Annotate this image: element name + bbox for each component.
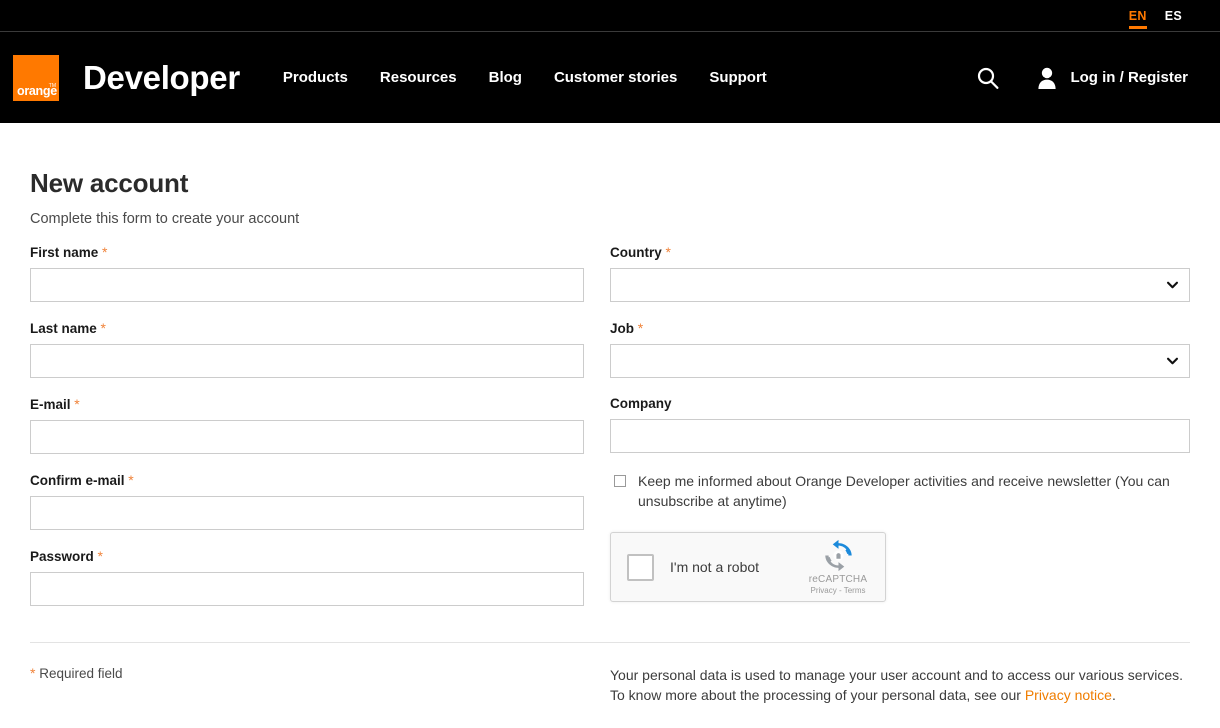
required-asterisk: * (100, 320, 106, 336)
email-input[interactable] (30, 420, 584, 454)
newsletter-option: Keep me informed about Orange Developer … (610, 471, 1190, 511)
newsletter-label: Keep me informed about Orange Developer … (638, 473, 1170, 509)
country-select[interactable] (610, 268, 1190, 302)
user-icon (1038, 67, 1057, 89)
field-last-name: Last name * (30, 320, 584, 378)
account-label: Log in / Register (1070, 69, 1188, 86)
privacy-notice-link[interactable]: Privacy notice (1025, 687, 1112, 703)
last-name-input[interactable] (30, 344, 584, 378)
privacy-text-after: . (1111, 687, 1116, 703)
header-actions: Log in / Register (976, 66, 1220, 90)
confirm-email-label: Confirm e-mail * (30, 472, 584, 488)
required-asterisk: * (128, 472, 134, 488)
field-confirm-email: Confirm e-mail * (30, 472, 584, 530)
field-first-name: First name * (30, 244, 584, 302)
last-name-label-text: Last name (30, 321, 97, 336)
required-asterisk: * (97, 548, 103, 564)
search-icon[interactable] (976, 66, 1000, 90)
nav-item-support[interactable]: Support (709, 69, 767, 86)
password-label: Password * (30, 548, 584, 564)
site-header: orange TM Developer Products Resources B… (0, 32, 1220, 123)
field-password: Password * (30, 548, 584, 606)
form-right-column: Country * Job * Company Keep me informed… (610, 244, 1190, 624)
main-navigation: Products Resources Blog Customer stories… (283, 69, 767, 86)
first-name-input[interactable] (30, 268, 584, 302)
password-label-text: Password (30, 549, 94, 564)
footer-divider (30, 642, 1190, 643)
email-label: E-mail * (30, 396, 584, 412)
language-bar: EN ES (0, 0, 1220, 32)
nav-item-products[interactable]: Products (283, 69, 348, 86)
required-asterisk: * (102, 244, 108, 260)
language-option-en[interactable]: EN (1128, 1, 1147, 32)
recaptcha-widget: I'm not a robot reCAPTCHA Privacy - Term… (610, 532, 886, 602)
required-field-note: * Required field (30, 665, 584, 705)
company-label: Company (610, 396, 672, 411)
privacy-notice-text: Your personal data is used to manage you… (610, 665, 1190, 705)
required-asterisk: * (74, 396, 80, 412)
recaptcha-logo-icon (824, 539, 852, 572)
company-input[interactable] (610, 419, 1190, 453)
recaptcha-label: I'm not a robot (670, 559, 760, 575)
form-footer: * Required field Your personal data is u… (0, 665, 1220, 705)
account-link[interactable]: Log in / Register (1036, 66, 1188, 90)
nav-item-resources[interactable]: Resources (380, 69, 457, 86)
password-input[interactable] (30, 572, 584, 606)
form-left-column: First name * Last name * E-mail * Confir… (30, 244, 584, 624)
job-select-wrap (610, 344, 1190, 378)
page-content: New account Complete this form to create… (0, 168, 1220, 624)
orange-logo[interactable]: orange TM (13, 54, 59, 101)
brand-title[interactable]: Developer (83, 59, 240, 97)
required-asterisk: * (637, 320, 644, 336)
country-label: Country * (610, 244, 1190, 260)
nav-item-blog[interactable]: Blog (489, 69, 522, 86)
confirm-email-label-text: Confirm e-mail (30, 473, 125, 488)
job-select[interactable] (610, 344, 1190, 378)
field-job: Job * (610, 320, 1190, 378)
job-label: Job * (610, 320, 1190, 336)
field-company: Company (610, 396, 1190, 453)
page-subtitle: Complete this form to create your accoun… (30, 211, 300, 227)
recaptcha-checkbox[interactable] (627, 553, 654, 581)
country-label-text: Country (610, 245, 662, 260)
trademark-icon: TM (48, 82, 56, 89)
newsletter-checkbox[interactable] (614, 475, 626, 487)
required-field-text: Required field (39, 666, 123, 681)
country-select-wrap (610, 268, 1190, 302)
email-label-text: E-mail (30, 397, 71, 412)
language-option-es[interactable]: ES (1165, 1, 1182, 32)
recaptcha-brand-name: reCAPTCHA (808, 574, 868, 585)
first-name-label-text: First name (30, 245, 99, 260)
first-name-label: First name * (30, 244, 584, 260)
field-email: E-mail * (30, 396, 584, 454)
page-title: New account (30, 168, 189, 198)
new-account-form: First name * Last name * E-mail * Confir… (30, 244, 1190, 624)
nav-item-customer-stories[interactable]: Customer stories (554, 69, 677, 86)
job-label-text: Job (610, 321, 635, 336)
field-country: Country * (610, 244, 1190, 302)
last-name-label: Last name * (30, 320, 584, 336)
recaptcha-branding: reCAPTCHA Privacy - Terms (802, 539, 874, 595)
required-asterisk: * (665, 244, 671, 260)
required-asterisk: * (30, 665, 36, 681)
recaptcha-legal-links[interactable]: Privacy - Terms (802, 586, 874, 595)
confirm-email-input[interactable] (30, 496, 584, 530)
